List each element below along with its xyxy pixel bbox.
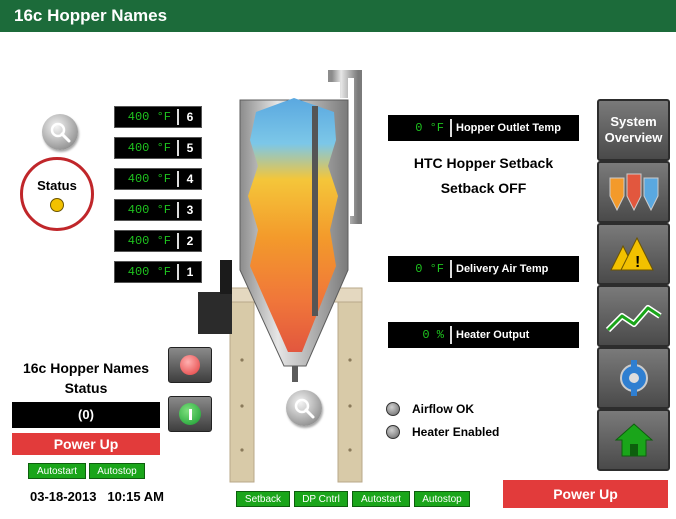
zone-6[interactable]: 400 °F 6 [114,106,202,128]
status-led [50,198,64,212]
settings-icon [619,360,648,396]
trends-button[interactable] [597,285,670,347]
home-button[interactable] [597,409,670,471]
time: 10:15 AM [107,489,164,504]
setback-button[interactable]: Setback [236,491,290,507]
date: 03-18-2013 [30,489,97,504]
zone-1[interactable]: 400 °F 1 [114,261,202,283]
airflow-led [386,402,400,416]
hopper-graphic [198,70,363,483]
home-icon [614,423,653,457]
magnifier-icon [50,122,71,143]
system-overview-label: System Overview [604,114,663,145]
hopper-zoom-button[interactable] [286,390,322,426]
status-ring [20,157,94,231]
start-button[interactable] [168,396,212,432]
autostop-button[interactable]: Autostop [89,463,145,479]
start-icon [179,403,201,425]
delivery-air-temp[interactable]: 0 °F Delivery Air Temp [388,256,579,282]
svg-text:!: ! [635,254,640,271]
hoppers-button[interactable] [597,161,670,223]
autostart-button-bottom[interactable]: Autostart [352,491,410,507]
warning-icon: ! [609,236,654,271]
hopper-outlet-temp[interactable]: 0 °F Hopper Outlet Temp [388,115,579,141]
trend-chart-icon [605,305,662,333]
autostart-button[interactable]: Autostart [28,463,86,479]
window-title: 16c Hopper Names [0,0,676,32]
heater-enabled-label: Heater Enabled [412,425,500,439]
alarms-button[interactable]: ! [597,223,670,285]
system-overview-button[interactable]: System Overview [597,99,670,161]
hopper-name: 16c Hopper Names [22,360,150,376]
power-up-status: Power Up [503,480,668,508]
hoppers-icon [609,173,658,212]
zone-4[interactable]: 400 °F 4 [114,168,202,190]
dp-cntrl-button[interactable]: DP Cntrl [294,491,348,507]
magnifier-icon [294,398,315,419]
zone-5[interactable]: 400 °F 5 [114,137,202,159]
setback-title: HTC Hopper Setback [413,155,554,171]
setback-state: Setback OFF [440,180,527,196]
heater-output[interactable]: 0 % Heater Output [388,322,579,348]
settings-button[interactable] [597,347,670,409]
zone-2[interactable]: 400 °F 2 [114,230,202,252]
autostop-button-bottom[interactable]: Autostop [414,491,470,507]
hopper-power-status: Power Up [12,433,160,455]
hopper-status-value: (0) [12,402,160,428]
zoom-button[interactable] [42,114,78,150]
stop-icon [180,355,200,375]
datetime: 03-18-2013 10:15 AM [30,489,164,504]
stop-button[interactable] [168,347,212,383]
heater-enabled-led [386,425,400,439]
hopper-status-label: Status [64,380,108,396]
airflow-label: Airflow OK [412,402,474,416]
zone-3[interactable]: 400 °F 3 [114,199,202,221]
status-label: Status [37,178,77,193]
